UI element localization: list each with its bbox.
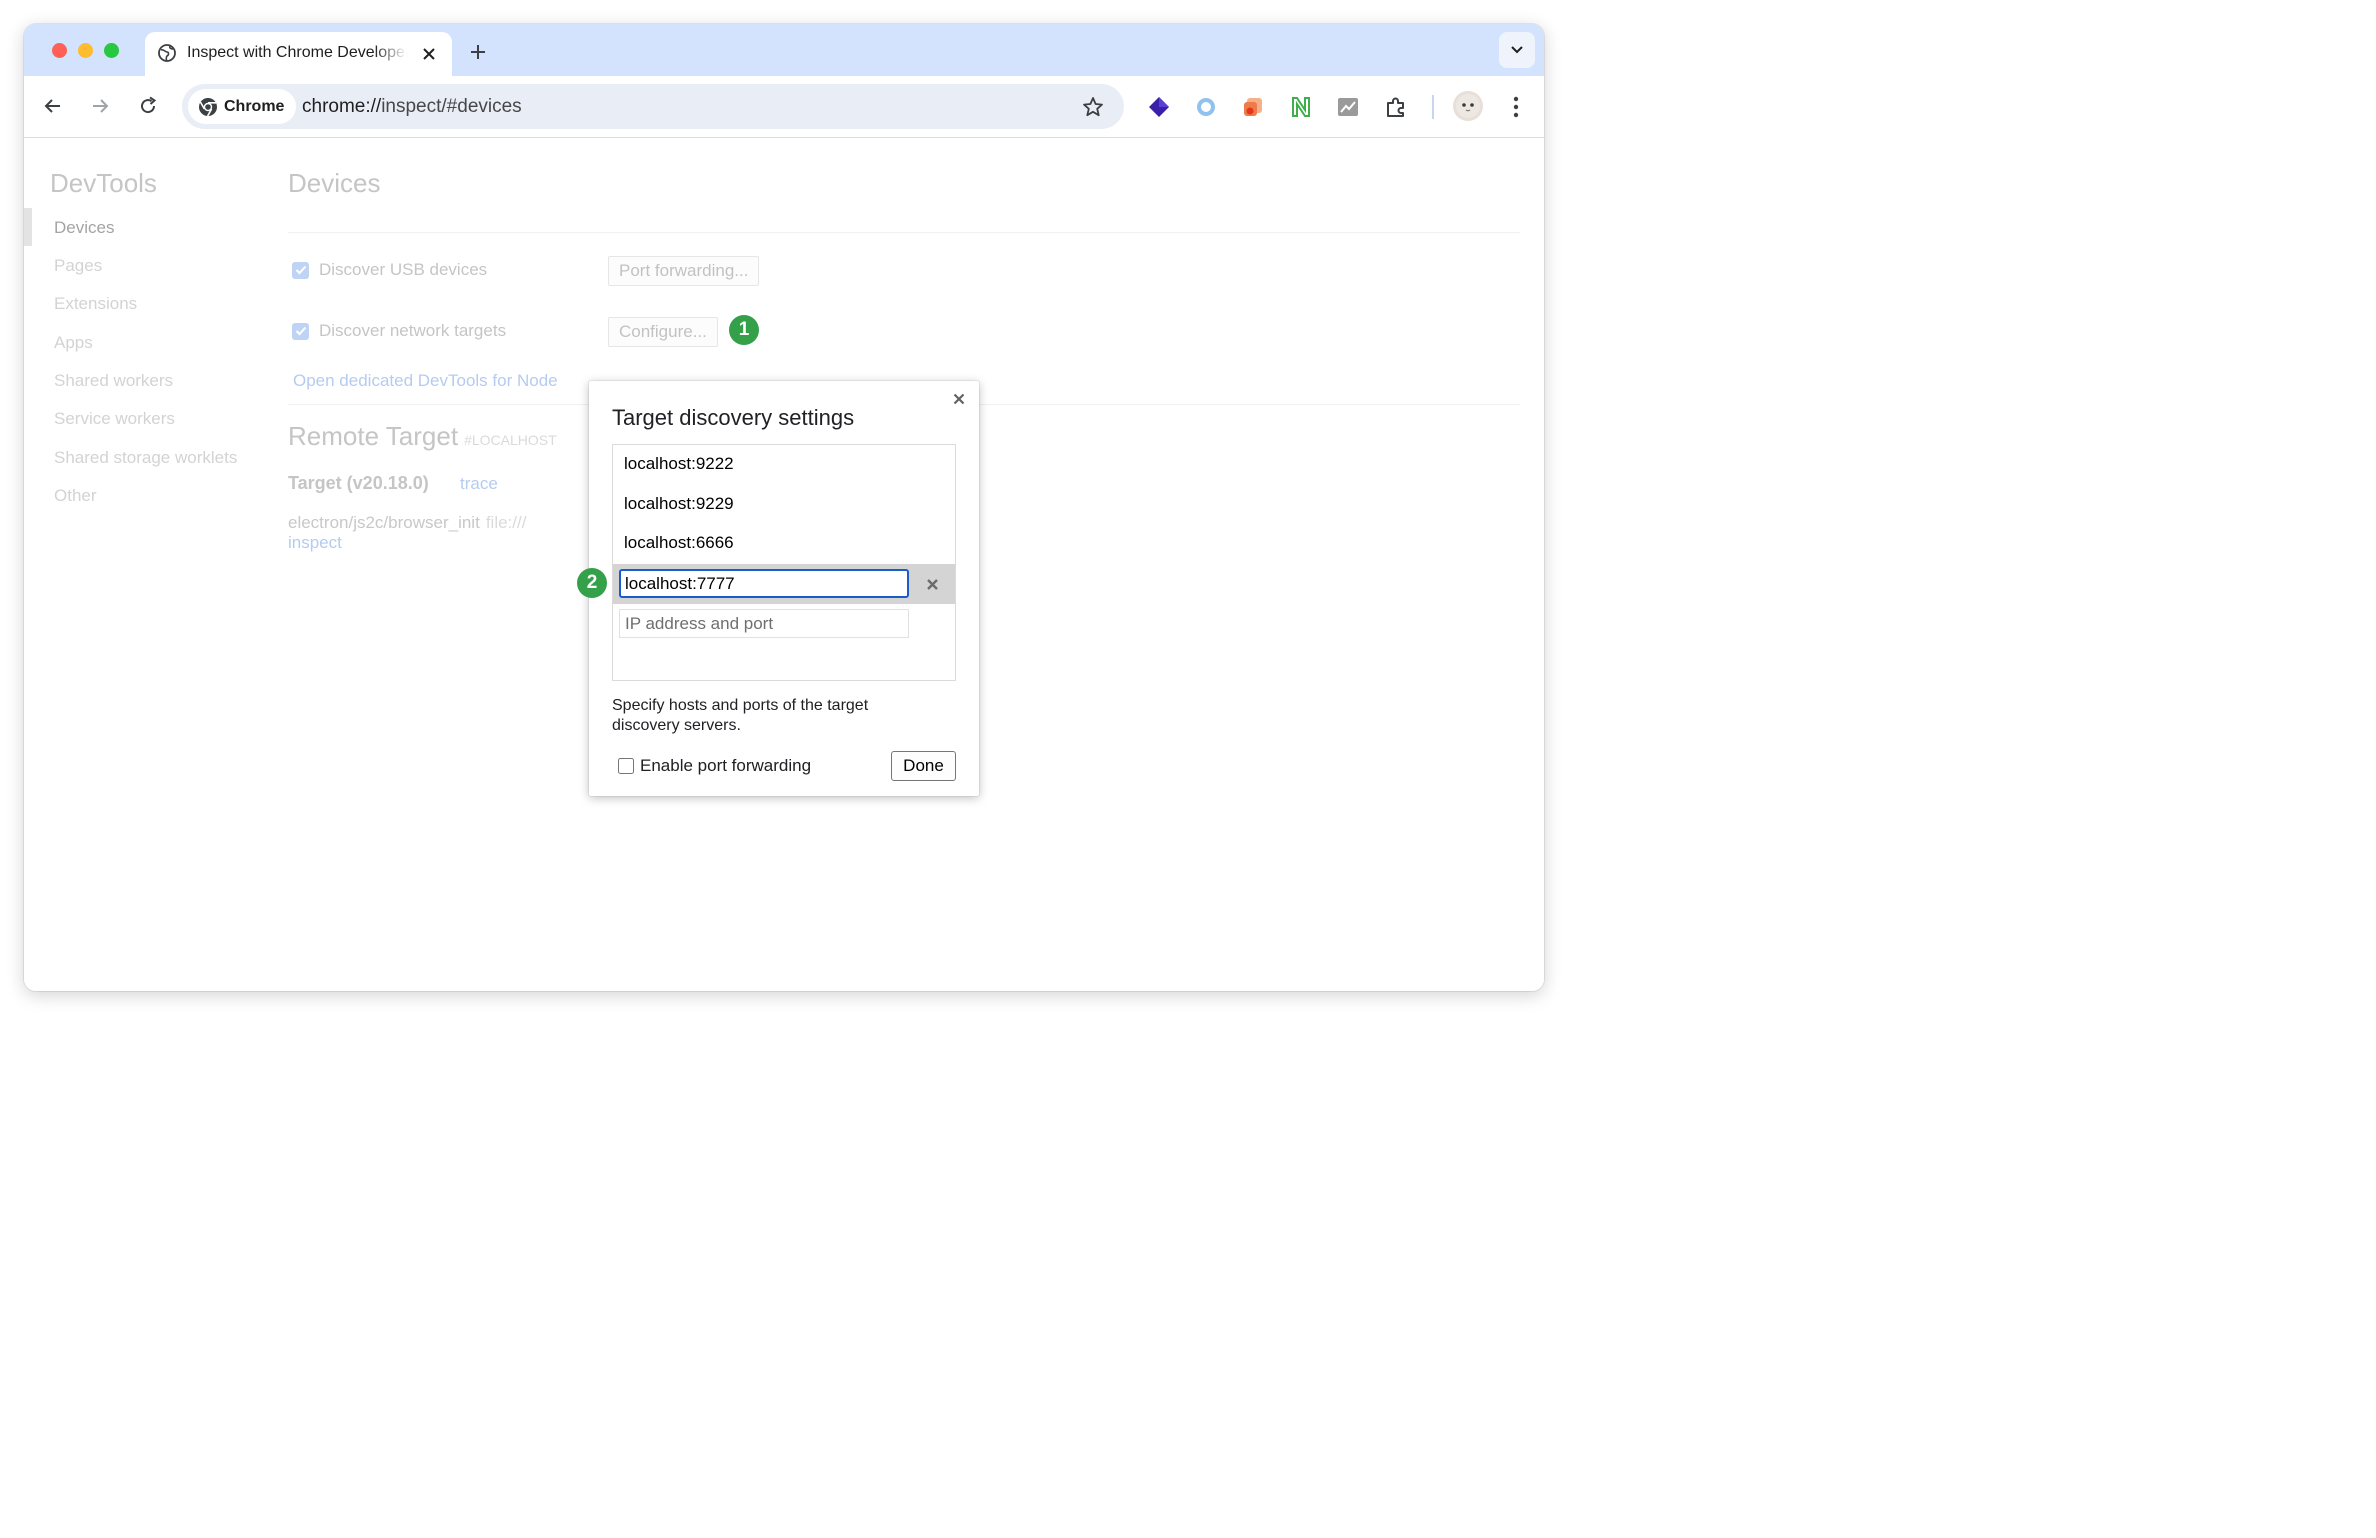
sidebar-item-other[interactable]: Other	[54, 486, 97, 506]
enable-port-forwarding-checkbox[interactable]	[618, 758, 634, 774]
dialog-help-text: Specify hosts and ports of the target di…	[612, 697, 869, 734]
list-item[interactable]: localhost:6666	[613, 524, 955, 564]
remove-icon[interactable]	[923, 575, 941, 593]
remote-target-subtitle: #LOCALHOST	[464, 432, 557, 448]
tab-title: Inspect with Chrome Developer Tools	[187, 44, 407, 61]
node-devtools-link[interactable]: Open dedicated DevTools for Node	[293, 371, 558, 391]
page-title: Devices	[288, 168, 381, 198]
host-entry: localhost:9229	[624, 494, 734, 513]
target-name: Target (v20.18.0)	[288, 473, 429, 493]
list-item-editing	[613, 564, 955, 604]
trace-link[interactable]: trace	[460, 474, 498, 494]
reload-icon[interactable]	[133, 91, 163, 121]
list-item[interactable]: localhost:9229	[613, 485, 955, 525]
close-icon[interactable]	[417, 42, 441, 66]
step-badge-1: 1	[729, 315, 759, 345]
dialog-title: Target discovery settings	[612, 405, 855, 430]
back-icon[interactable]	[38, 91, 68, 121]
n-logo-icon[interactable]	[1287, 93, 1315, 121]
list-item[interactable]: localhost:9222	[613, 445, 955, 485]
toolbar: Chrome chrome://inspect/#devices	[24, 76, 1544, 138]
obsidian-icon[interactable]	[1145, 93, 1173, 121]
remote-target-title: Remote Target	[288, 421, 459, 451]
discover-network-label: Discover network targets	[319, 321, 507, 340]
sidebar-item-service-workers[interactable]: Service workers	[54, 409, 175, 429]
toolbar-separator	[1432, 95, 1434, 119]
page-content: DevTools Devices Pages Extensions Apps S…	[24, 138, 1544, 991]
discover-usb-label: Discover USB devices	[319, 260, 488, 279]
chevron-down-icon[interactable]	[1499, 32, 1535, 68]
more-vert-icon[interactable]	[1504, 93, 1528, 121]
site-chip-label: Chrome	[224, 97, 285, 115]
sidebar-item-devices[interactable]: Devices	[54, 218, 114, 238]
target-path-text: electron/js2c/browser_init	[288, 513, 480, 532]
sidebar-item-pages[interactable]: Pages	[54, 256, 102, 276]
globe-icon	[157, 43, 177, 63]
sidebar-item-extensions[interactable]: Extensions	[54, 294, 137, 314]
avatar[interactable]	[1453, 91, 1483, 121]
sidebar-item-shared-storage-worklets[interactable]: Shared storage worklets	[54, 448, 237, 468]
host-list: localhost:9222 localhost:9229 localhost:…	[612, 444, 956, 681]
target-url: file:///	[485, 513, 527, 532]
chrome-logo-icon	[198, 97, 218, 117]
tab-strip: Inspect with Chrome Developer Tools	[24, 24, 1544, 76]
address-bar[interactable]: Chrome chrome://inspect/#devices	[182, 84, 1124, 129]
window-maximize-button[interactable]	[104, 43, 119, 58]
discover-usb-row: Discover USB devices	[292, 260, 487, 280]
window-minimize-button[interactable]	[78, 43, 93, 58]
host-edit-input[interactable]	[619, 569, 909, 598]
url-scheme: chrome://	[302, 96, 382, 117]
sidebar-selected-marker	[24, 208, 32, 246]
chart-icon[interactable]	[1334, 93, 1362, 121]
inspect-link[interactable]: inspect	[288, 533, 342, 553]
done-button[interactable]: Done	[891, 751, 956, 781]
discover-network-row: Discover network targets	[292, 321, 506, 341]
plus-icon[interactable]	[464, 38, 492, 66]
port-forwarding-button[interactable]: Port forwarding...	[608, 256, 760, 286]
target-discovery-dialog: Target discovery settings localhost:9222…	[589, 381, 979, 796]
close-icon[interactable]	[951, 391, 967, 407]
divider	[288, 232, 1520, 233]
forward-icon[interactable]	[85, 91, 115, 121]
enable-port-forwarding[interactable]: Enable port forwarding	[618, 756, 811, 776]
circle-ring-icon[interactable]	[1192, 93, 1220, 121]
host-entry: localhost:9222	[624, 454, 734, 473]
site-chip[interactable]: Chrome	[188, 89, 297, 124]
step-badge-2: 2	[577, 568, 607, 598]
url-text[interactable]: chrome://inspect/#devices	[302, 96, 522, 118]
stack-icon[interactable]	[1239, 93, 1267, 121]
discover-network-checkbox[interactable]	[292, 322, 309, 340]
remote-target-heading: Remote Target #LOCALHOST	[288, 421, 557, 452]
target-path: electron/js2c/browser_init file:///	[288, 513, 526, 533]
window-close-button[interactable]	[52, 43, 67, 58]
puzzle-icon[interactable]	[1382, 93, 1410, 121]
sidebar-item-shared-workers[interactable]: Shared workers	[54, 371, 173, 391]
browser-window: Inspect with Chrome Developer Tools	[24, 24, 1544, 991]
sidebar-title: DevTools	[50, 168, 157, 198]
host-entry: localhost:6666	[624, 533, 734, 552]
bookmark-star-icon[interactable]	[1080, 94, 1106, 120]
discover-usb-checkbox[interactable]	[292, 261, 309, 279]
url-path: inspect/#devices	[381, 96, 522, 117]
sidebar-item-apps[interactable]: Apps	[54, 333, 93, 353]
new-host-input[interactable]	[619, 609, 909, 638]
configure-button[interactable]: Configure...	[608, 317, 718, 347]
enable-port-forwarding-label: Enable port forwarding	[640, 756, 812, 775]
active-tab[interactable]: Inspect with Chrome Developer Tools	[145, 32, 452, 76]
